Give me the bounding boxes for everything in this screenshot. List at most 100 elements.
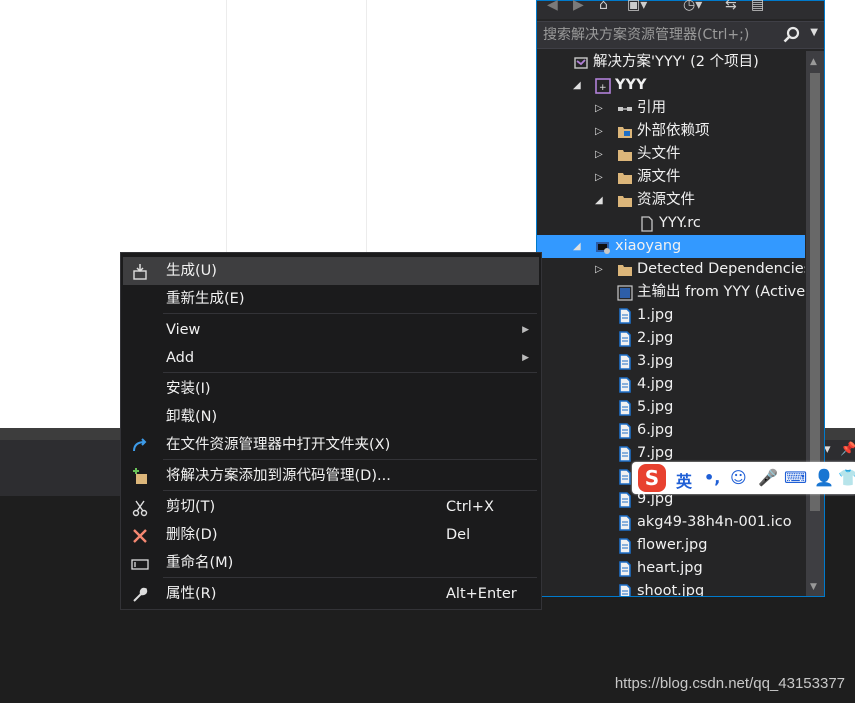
search-input[interactable] (543, 25, 783, 45)
solution-tree: 解决方案'YYY' (2 个项目) ◢ + YYY ▷ 引用 ▷ 外部依赖项 ▷ 头文件 ▷ 源文件 ◢… (537, 51, 805, 596)
pin-icon[interactable]: 📌 (840, 442, 855, 457)
tree-item[interactable]: ▷ 引用 (537, 97, 805, 120)
menu-separator (163, 490, 537, 491)
file-icon (617, 446, 633, 462)
search-icon[interactable] (782, 25, 802, 45)
menu-item[interactable]: 删除(D) Del (123, 521, 539, 549)
file-icon (617, 561, 633, 577)
home-icon[interactable]: ⌂ (599, 0, 608, 13)
pending-changes-icon[interactable]: ◷▾ (683, 0, 702, 13)
tree-item[interactable]: heart.jpg (537, 557, 805, 580)
menu-item-shortcut: Del (446, 527, 471, 543)
menu-item-shortcut: Ctrl+X (446, 499, 494, 515)
tree-item[interactable]: ◢ + YYY (537, 74, 805, 97)
build-icon (131, 263, 149, 281)
tree-item[interactable]: ▷ 头文件 (537, 143, 805, 166)
file-icon (617, 400, 633, 416)
collapse-arrow-icon[interactable]: ◢ (573, 235, 585, 258)
tree-item[interactable]: flower.jpg (537, 534, 805, 557)
switch-views-icon[interactable]: ▣▾ (627, 0, 647, 13)
ime-language-toggle[interactable]: 英 (676, 468, 692, 492)
expand-arrow-icon[interactable]: ▷ (595, 97, 607, 120)
tree-item[interactable]: 6.jpg (537, 419, 805, 442)
tree-item[interactable]: 解决方案'YYY' (2 个项目) (537, 51, 805, 74)
menu-separator (163, 372, 537, 373)
tree-item-label: 1.jpg (637, 307, 674, 323)
file-icon (617, 492, 633, 508)
user-icon[interactable]: 👤 (814, 468, 834, 487)
tree-item-label: xiaoyang (615, 238, 682, 254)
tree-item[interactable]: akg49-38h4n-001.ico (537, 511, 805, 534)
expand-arrow-icon[interactable]: ▷ (595, 258, 607, 281)
menu-item[interactable]: 在文件资源管理器中打开文件夹(X) (123, 431, 539, 459)
tree-item[interactable]: 4.jpg (537, 373, 805, 396)
tree-item[interactable]: ▷ 外部依赖项 (537, 120, 805, 143)
tree-item-label: 引用 (637, 100, 666, 116)
emoji-icon[interactable]: ☺ (730, 468, 747, 487)
menu-separator (163, 577, 537, 578)
forward-icon[interactable]: ▶ (573, 0, 584, 13)
tree-item[interactable]: 1.jpg (537, 304, 805, 327)
tree-item[interactable]: ◢ 资源文件 (537, 189, 805, 212)
delete-x-icon (131, 527, 149, 545)
submenu-arrow-icon: ▶ (522, 325, 529, 335)
file-icon (617, 515, 633, 531)
menu-item-label: View (166, 322, 201, 338)
tree-item-label: 资源文件 (637, 192, 695, 208)
collapse-arrow-icon[interactable]: ◢ (573, 74, 585, 97)
tree-item[interactable]: 主输出 from YYY (Active) (537, 281, 805, 304)
search-options-icon[interactable]: ▼ (810, 27, 818, 38)
menu-item[interactable]: 卸载(N) (123, 403, 539, 431)
tree-item[interactable]: ◢ xiaoyang (537, 235, 805, 258)
punctuation-icon[interactable]: •, (704, 468, 720, 487)
menu-item[interactable]: 重新生成(E) (123, 285, 539, 313)
menu-item-label: 将解决方案添加到源代码管理(D)... (166, 468, 391, 484)
menu-item[interactable]: 安装(I) (123, 375, 539, 403)
tree-item[interactable]: 2.jpg (537, 327, 805, 350)
menu-item[interactable]: 生成(U) (123, 257, 539, 285)
solution-explorer-toolbar: ◀ ▶ ⌂ ▣▾ ◷▾ ⇆ ▤ (537, 0, 824, 19)
menu-item-label: 重新生成(E) (166, 291, 245, 307)
tree-item[interactable]: 5.jpg (537, 396, 805, 419)
skin-icon[interactable]: 👕 (838, 468, 855, 487)
expand-arrow-icon[interactable]: ▷ (595, 166, 607, 189)
file-icon (617, 308, 633, 324)
cpp-project-icon: + (595, 78, 611, 94)
tree-item[interactable]: ▷ 源文件 (537, 166, 805, 189)
menu-item[interactable]: 将解决方案添加到源代码管理(D)... (123, 462, 539, 490)
tree-item[interactable]: ▷ Detected Dependencies (537, 258, 805, 281)
menu-item[interactable]: View ▶ (123, 316, 539, 344)
panel-pin-controls[interactable]: ▾ 📌 (824, 440, 855, 460)
vertical-scrollbar[interactable]: ▲ ▼ (806, 51, 824, 596)
menu-item[interactable]: 重命名(M) (123, 549, 539, 577)
menu-item[interactable]: 剪切(T) Ctrl+X (123, 493, 539, 521)
keyboard-icon[interactable]: ⌨ (784, 468, 807, 487)
scrollbar-thumb[interactable] (810, 73, 820, 511)
menu-item[interactable]: 属性(R) Alt+Enter (123, 580, 539, 608)
context-menu: 生成(U) 重新生成(E) View ▶ Add ▶ 安装(I) 卸载(N) 在文件资源管理器中… (120, 252, 542, 610)
menu-item[interactable]: Add ▶ (123, 344, 539, 372)
file-icon (617, 377, 633, 393)
scroll-up-icon[interactable]: ▲ (810, 57, 817, 67)
tree-item-label: YYY.rc (659, 215, 701, 231)
solution-icon (573, 55, 589, 71)
collapse-arrow-icon[interactable]: ◢ (595, 189, 607, 212)
sync-icon[interactable]: ⇆ (725, 0, 737, 13)
scroll-down-icon[interactable]: ▼ (810, 582, 817, 592)
tree-item-label: flower.jpg (637, 537, 708, 553)
expand-arrow-icon[interactable]: ▷ (595, 143, 607, 166)
tree-item[interactable]: 3.jpg (537, 350, 805, 373)
sogou-logo-icon[interactable]: S (638, 464, 666, 492)
tree-item-label: 解决方案'YYY' (2 个项目) (593, 54, 759, 70)
back-icon[interactable]: ◀ (547, 0, 558, 13)
scissors-icon (131, 499, 149, 517)
collapse-all-icon[interactable]: ▤ (751, 0, 764, 13)
tree-item-label: akg49-38h4n-001.ico (637, 514, 792, 530)
tree-item[interactable]: YYY.rc (537, 212, 805, 235)
file-icon (617, 538, 633, 554)
microphone-icon[interactable]: 🎤 (758, 468, 778, 487)
tree-item-label: heart.jpg (637, 560, 703, 576)
file-icon (617, 469, 633, 485)
expand-arrow-icon[interactable]: ▷ (595, 120, 607, 143)
tree-item[interactable]: shoot.jpg (537, 580, 805, 596)
